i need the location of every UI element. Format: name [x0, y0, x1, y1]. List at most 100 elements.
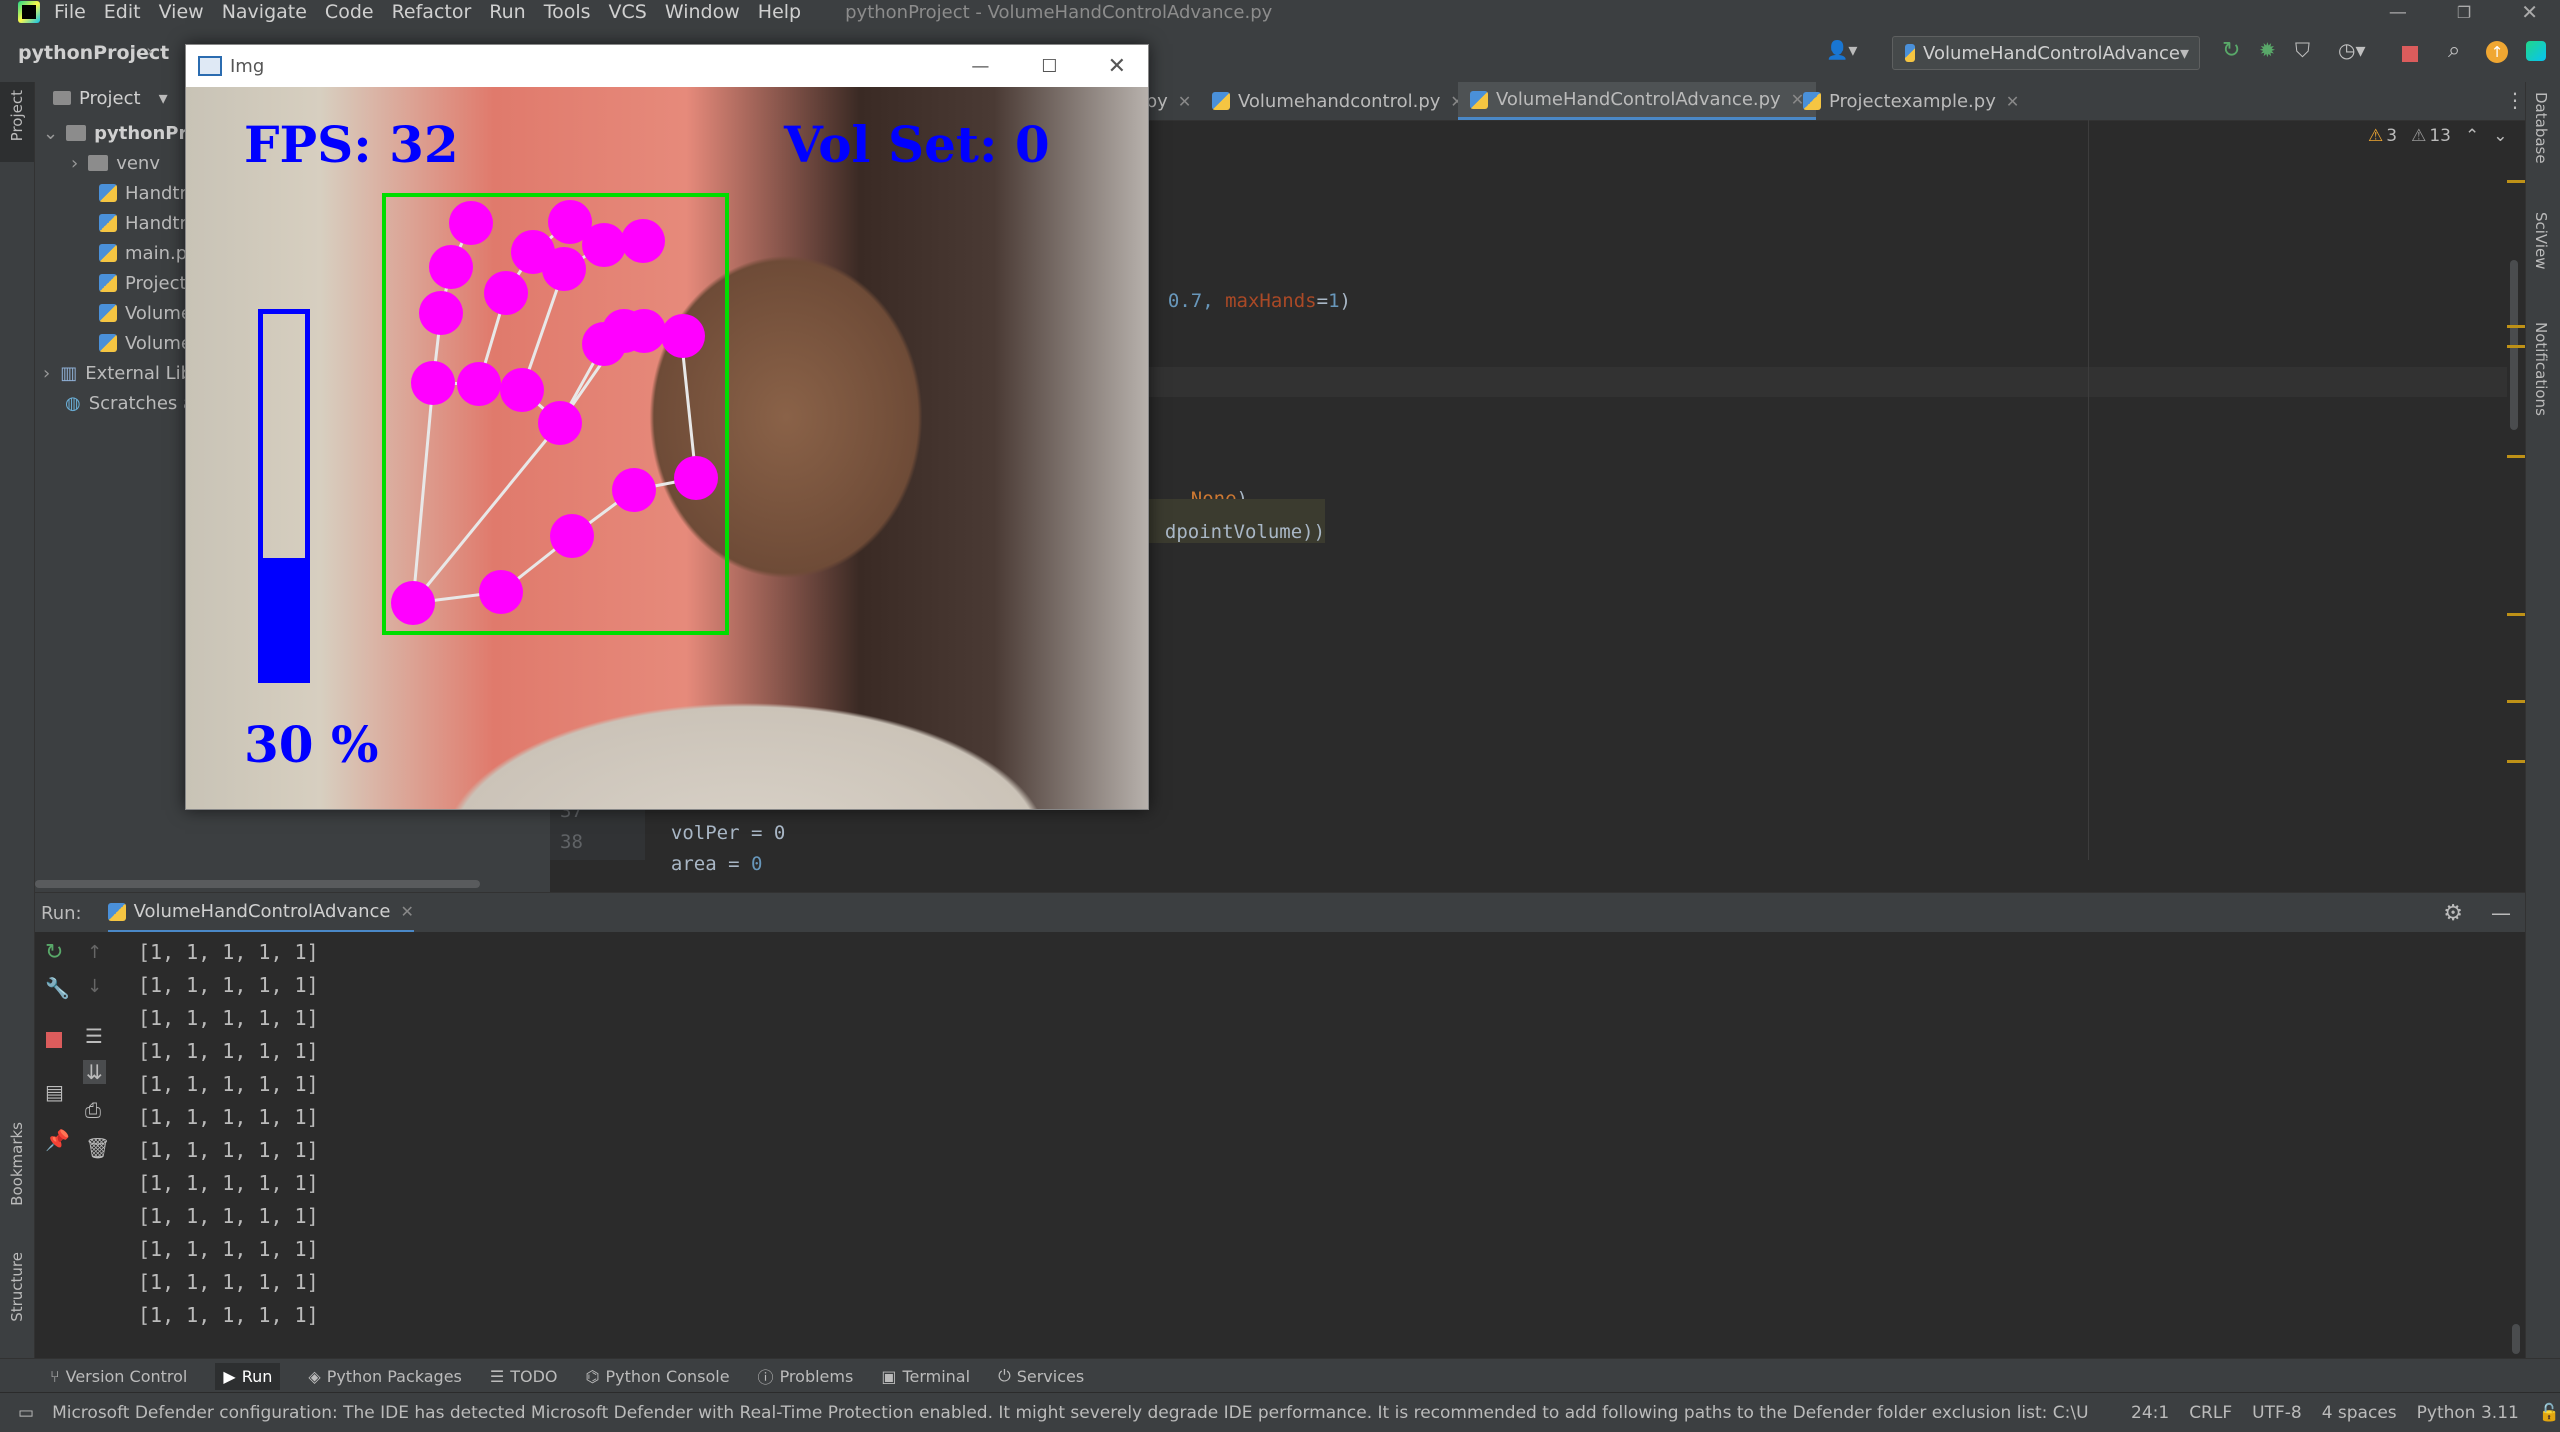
error-stripe-mark[interactable]: [2507, 613, 2525, 616]
tool-python-console[interactable]: ⌬ Python Console: [586, 1367, 730, 1386]
minimize-icon[interactable]: —: [971, 56, 989, 77]
tool-problems[interactable]: ⓘ Problems: [758, 1364, 854, 1388]
project-panel-title[interactable]: Project: [79, 88, 141, 109]
error-stripe-mark[interactable]: [2507, 760, 2525, 763]
search-icon[interactable]: ⌕: [2448, 38, 2460, 63]
hide-panel-icon[interactable]: —: [2491, 901, 2511, 925]
tree-item-external-libraries[interactable]: › ▥ External Lib: [43, 358, 192, 388]
layout-toggle-icon[interactable]: ▭: [18, 1403, 34, 1423]
wrench-icon[interactable]: 🔧: [45, 976, 70, 1000]
debug-icon[interactable]: ✹: [2259, 38, 2276, 62]
print-icon[interactable]: ⎙: [85, 1098, 101, 1122]
tool-terminal[interactable]: ▣ Terminal: [881, 1367, 970, 1386]
trash-icon[interactable]: 🗑: [85, 1136, 110, 1160]
tab-volumehandcontrol[interactable]: Volumehandcontrol.py ✕: [1212, 82, 1464, 120]
caret-position[interactable]: 24:1: [2131, 1403, 2169, 1423]
maximize-icon[interactable]: ☐: [1041, 56, 1057, 77]
python-interpreter[interactable]: Python 3.11: [2417, 1403, 2519, 1423]
database-tool-button[interactable]: Database: [2532, 92, 2550, 169]
soft-wrap-icon[interactable]: ☰: [85, 1024, 103, 1048]
tree-item-file[interactable]: Volume: [99, 328, 192, 358]
run-config-select[interactable]: VolumeHandControlAdvance ▾: [1892, 36, 2200, 70]
layout-icon[interactable]: ▤: [45, 1080, 64, 1104]
scratches-icon: ◍: [65, 392, 81, 414]
minimize-window-icon[interactable]: —: [2389, 2, 2407, 23]
close-icon[interactable]: ✕: [2006, 92, 2019, 111]
tool-python-packages[interactable]: ◈ Python Packages: [308, 1367, 462, 1386]
update-icon[interactable]: ↑: [2486, 41, 2508, 63]
coverage-icon[interactable]: ⛉: [2295, 38, 2310, 62]
user-icon[interactable]: 👤▾: [1826, 40, 1857, 61]
horizontal-scrollbar[interactable]: [35, 880, 480, 888]
output-scrollbar[interactable]: [2512, 1324, 2520, 1354]
img-window-titlebar[interactable]: Img — ☐ ✕: [186, 45, 1148, 87]
restore-window-icon[interactable]: ❐: [2457, 3, 2471, 22]
toolbox-icon[interactable]: [2526, 41, 2546, 61]
tab-volumehandcontroladvance[interactable]: VolumeHandControlAdvance.py ✕: [1458, 82, 1817, 120]
stop-icon[interactable]: [46, 1032, 62, 1048]
landmark-point: [500, 368, 544, 412]
error-stripe-mark[interactable]: [2507, 345, 2525, 348]
scroll-to-end-icon[interactable]: ⇊: [83, 1060, 106, 1084]
menu-window[interactable]: Window: [665, 1, 740, 23]
menu-file[interactable]: File: [54, 1, 86, 23]
chevron-down-icon[interactable]: ▾: [159, 88, 168, 109]
bookmarks-tool-button[interactable]: Bookmarks: [0, 1122, 34, 1232]
sciview-tool-button[interactable]: SciView: [2532, 212, 2550, 275]
menu-view[interactable]: View: [159, 1, 204, 23]
status-message[interactable]: Microsoft Defender configuration: The ID…: [52, 1403, 2089, 1423]
chevron-down-icon[interactable]: ⌄: [2493, 126, 2507, 146]
tree-item-file[interactable]: main.py: [99, 238, 198, 268]
close-icon[interactable]: ✕: [1108, 54, 1126, 79]
chevron-up-icon[interactable]: ⌃: [2465, 126, 2479, 146]
indent-setting[interactable]: 4 spaces: [2322, 1403, 2397, 1423]
tool-services[interactable]: ⏻ Services: [998, 1366, 1084, 1386]
file-encoding[interactable]: UTF-8: [2252, 1403, 2302, 1423]
menu-refactor[interactable]: Refactor: [392, 1, 472, 23]
line-separator[interactable]: CRLF: [2189, 1403, 2232, 1423]
tree-item-file[interactable]: Volume: [99, 298, 192, 328]
pin-icon[interactable]: 📌: [45, 1128, 70, 1152]
menu-help[interactable]: Help: [758, 1, 801, 23]
menu-run[interactable]: Run: [489, 1, 525, 23]
error-stripe-mark[interactable]: [2507, 325, 2525, 328]
project-tool-button[interactable]: Project: [0, 82, 34, 162]
arrow-up-icon[interactable]: ↑: [87, 942, 102, 963]
tree-item-venv[interactable]: › venv: [71, 148, 160, 178]
lock-icon[interactable]: 🔓: [2539, 1403, 2560, 1423]
error-stripe-mark[interactable]: [2507, 455, 2525, 458]
rerun-icon[interactable]: ↻: [45, 940, 63, 965]
menu-code[interactable]: Code: [325, 1, 374, 23]
tab-projectexample[interactable]: Projectexample.py ✕: [1803, 82, 2019, 120]
tree-item-file[interactable]: Projecte: [99, 268, 198, 298]
inspection-widget[interactable]: ⚠ 3 ⚠ 13 ⌃ ⌄: [2368, 126, 2507, 146]
run-tab[interactable]: VolumeHandControlAdvance ✕: [107, 893, 414, 933]
run-output[interactable]: [1, 1, 1, 1, 1] [1, 1, 1, 1, 1] [1, 1, 1…: [130, 932, 2525, 1358]
tree-item-file[interactable]: Handtra: [99, 178, 198, 208]
more-tabs-icon[interactable]: ⋮: [2505, 88, 2525, 112]
error-stripe-mark[interactable]: [2507, 700, 2525, 703]
menu-edit[interactable]: Edit: [104, 1, 141, 23]
rerun-icon[interactable]: ↻: [2222, 38, 2240, 63]
menu-navigate[interactable]: Navigate: [222, 1, 307, 23]
tree-item-project-root[interactable]: ⌄ pythonPro: [43, 118, 200, 148]
tool-version-control[interactable]: ⑂ Version Control: [50, 1367, 187, 1386]
close-icon[interactable]: ✕: [1178, 92, 1191, 111]
img-window[interactable]: Img — ☐ ✕ FPS: 32 Vol Set: 0 30 %: [185, 44, 1149, 810]
close-icon[interactable]: ✕: [401, 902, 414, 921]
error-stripe-mark[interactable]: [2507, 180, 2525, 183]
structure-tool-button[interactable]: Structure: [0, 1252, 34, 1342]
stop-icon[interactable]: [2402, 46, 2418, 62]
tree-item-file[interactable]: Handtra: [99, 208, 198, 238]
tree-item-scratches[interactable]: ◍ Scratches a: [65, 388, 194, 418]
tool-todo[interactable]: ☰ TODO: [490, 1367, 558, 1386]
notifications-tool-button[interactable]: Notifications: [2532, 322, 2550, 421]
profile-icon[interactable]: ◷▾: [2338, 38, 2366, 62]
gear-icon[interactable]: ⚙: [2443, 901, 2463, 926]
close-window-icon[interactable]: ✕: [2521, 0, 2538, 24]
menu-vcs[interactable]: VCS: [609, 1, 647, 23]
landmark-point: [429, 245, 473, 289]
tool-run[interactable]: ▶ Run: [215, 1362, 281, 1390]
menu-tools[interactable]: Tools: [544, 1, 591, 23]
arrow-down-icon[interactable]: ↓: [87, 976, 102, 997]
